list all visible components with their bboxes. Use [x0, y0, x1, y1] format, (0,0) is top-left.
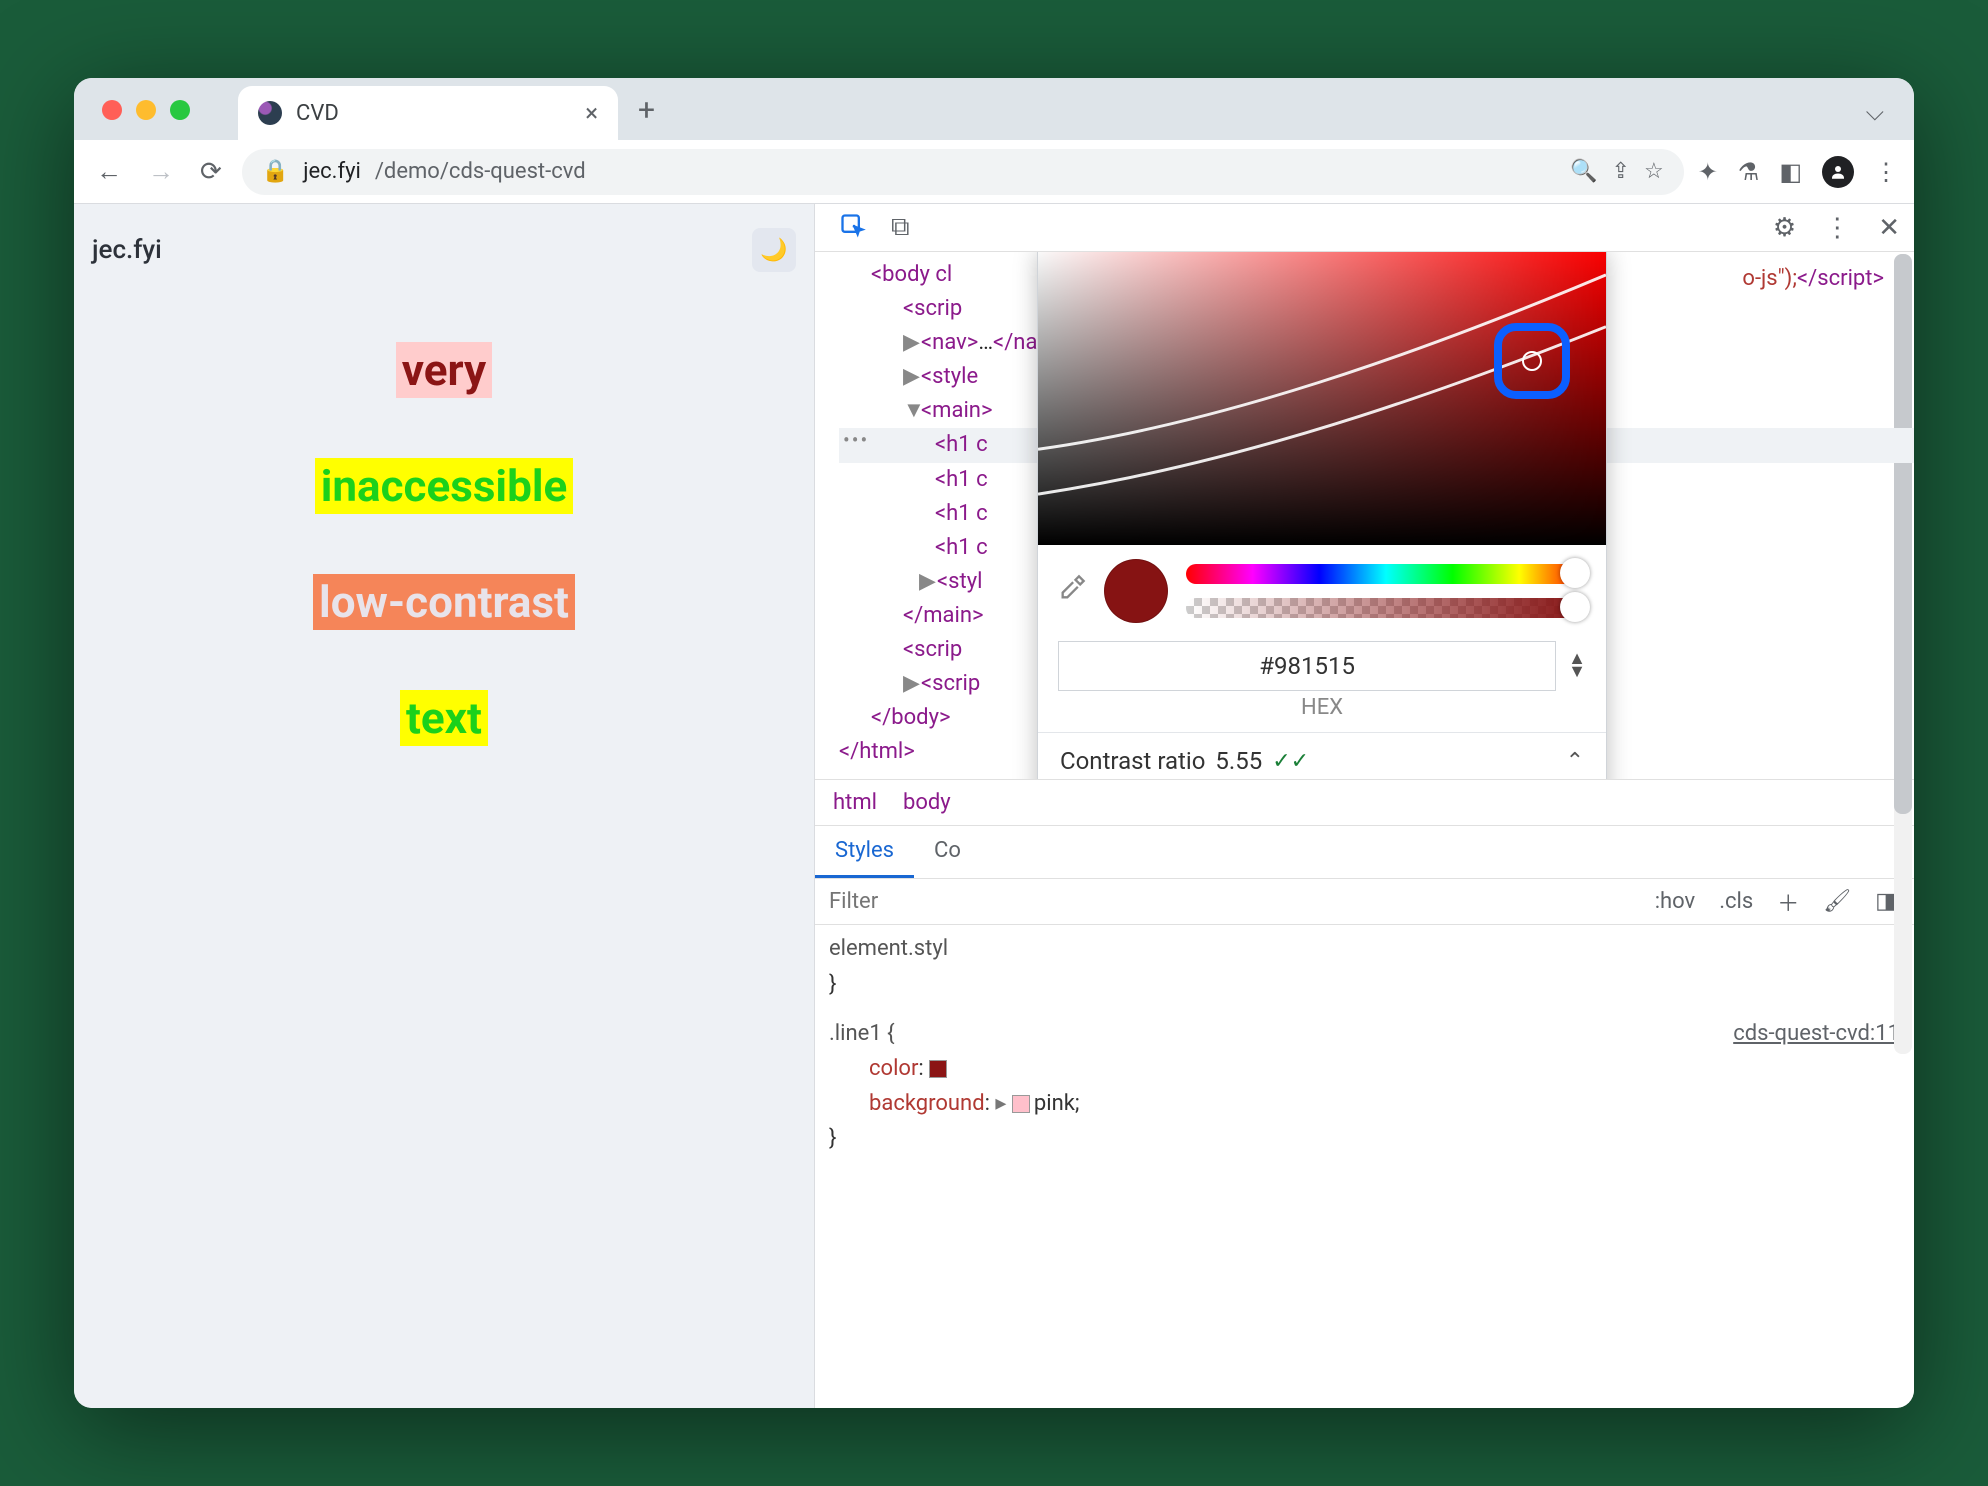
share-icon[interactable]: ⇪: [1612, 159, 1630, 184]
tab-computed[interactable]: Co: [914, 826, 981, 878]
collapse-chevron-icon[interactable]: ⌃: [1566, 749, 1584, 774]
reload-button[interactable]: ⟳: [194, 151, 228, 193]
hex-input[interactable]: [1058, 641, 1556, 691]
tab-list-chevron-icon[interactable]: ⌵: [1866, 98, 1884, 126]
prop-background: background: [869, 1091, 985, 1116]
tab-title: CVD: [296, 101, 339, 126]
profile-avatar[interactable]: [1822, 156, 1854, 188]
browser-toolbar: ← → ⟳ 🔒 jec.fyi/demo/cds-quest-cvd 🔍 ⇪ ☆…: [74, 140, 1914, 204]
new-rule-icon[interactable]: ＋: [1777, 886, 1799, 918]
url-host: jec.fyi: [303, 159, 361, 184]
url-path: /demo/cds-quest-cvd: [375, 159, 586, 184]
maximize-window-button[interactable]: [170, 100, 190, 120]
close-window-button[interactable]: [102, 100, 122, 120]
check-icon: ✓✓: [1272, 749, 1309, 774]
demo-word-3: low-contrast: [313, 574, 575, 630]
inspect-element-icon[interactable]: [839, 212, 867, 244]
styles-rules[interactable]: element.styl } cds-quest-cvd:11 .line1 {…: [815, 925, 1914, 1162]
kebab-menu-icon[interactable]: ⋮: [1874, 158, 1898, 186]
cls-toggle[interactable]: .cls: [1719, 889, 1753, 914]
devtools-kebab-icon[interactable]: ⋮: [1824, 213, 1850, 243]
close-tab-icon[interactable]: ×: [585, 99, 598, 127]
eyedropper-icon[interactable]: [1058, 574, 1086, 609]
page-title: jec.fyi: [92, 235, 162, 265]
labs-icon[interactable]: ⚗: [1738, 158, 1760, 186]
elements-dom-tree[interactable]: <body cl <scrip ▶<nav>…</nav> ▶<style ▼<…: [815, 252, 1914, 779]
rule-selector: .line1 {: [829, 1021, 895, 1046]
tab-styles[interactable]: Styles: [815, 826, 914, 878]
demo-word-1: very: [396, 342, 492, 398]
toolbar-icons: ✦ ⚗ ◧ ⋮: [1698, 156, 1898, 188]
minimize-window-button[interactable]: [136, 100, 156, 120]
device-toggle-icon[interactable]: ⧉: [891, 212, 910, 243]
color-swatch-icon[interactable]: [929, 1060, 947, 1078]
page-viewport: jec.fyi 🌙 very inaccessible low-contrast…: [74, 204, 814, 1408]
contrast-section: Contrast ratio 5.55 ✓✓ ⌃ Aa: [1038, 733, 1606, 779]
window-controls: [102, 100, 190, 120]
settings-gear-icon[interactable]: ⚙: [1773, 213, 1796, 243]
bookmark-icon[interactable]: ☆: [1644, 159, 1664, 184]
close-devtools-icon[interactable]: ✕: [1878, 213, 1900, 243]
back-button[interactable]: ←: [90, 150, 128, 193]
address-bar[interactable]: 🔒 jec.fyi/demo/cds-quest-cvd 🔍 ⇪ ☆: [242, 149, 1684, 195]
lock-icon: 🔒: [262, 159, 289, 184]
spectrum-handle[interactable]: [1494, 323, 1570, 399]
color-picker-popover: ▲▼ HEX Contrast ratio 5.55 ✓✓ ⌃: [1037, 252, 1607, 779]
contrast-value: 5.55: [1215, 747, 1262, 775]
hex-label: HEX: [1038, 695, 1606, 732]
styles-filter-input[interactable]: [815, 879, 995, 924]
devtools-panel: ⧉ ⚙ ⋮ ✕ o-js");</script> <body cl <scrip…: [814, 204, 1914, 1408]
browser-window: CVD × + ⌵ ← → ⟳ 🔒 jec.fyi/demo/cds-quest…: [74, 78, 1914, 1408]
demo-word-4: text: [400, 690, 488, 746]
contrast-label: Contrast ratio: [1060, 747, 1205, 775]
selected-color-swatch: [1104, 559, 1168, 623]
prop-color: color: [869, 1056, 918, 1081]
paint-icon[interactable]: 🖌: [1823, 889, 1851, 914]
hue-slider[interactable]: [1186, 564, 1586, 584]
rule-source-link[interactable]: cds-quest-cvd:11: [1733, 1016, 1900, 1051]
favicon-icon: [258, 101, 282, 125]
tab-strip: CVD × + ⌵: [74, 78, 1914, 140]
demo-text: very inaccessible low-contrast text: [313, 342, 575, 746]
forward-button[interactable]: →: [142, 150, 180, 193]
new-tab-button[interactable]: +: [638, 93, 655, 128]
extensions-icon[interactable]: ✦: [1698, 158, 1718, 186]
side-panel-icon[interactable]: ◧: [1779, 158, 1802, 186]
hov-toggle[interactable]: :hov: [1655, 889, 1696, 914]
val-pink: pink: [1034, 1091, 1075, 1116]
alpha-slider[interactable]: [1186, 598, 1586, 618]
format-switcher[interactable]: ▲▼: [1568, 653, 1586, 678]
dark-mode-toggle[interactable]: 🌙: [752, 228, 796, 272]
crumb-html[interactable]: html: [833, 790, 877, 815]
zoom-icon[interactable]: 🔍: [1570, 159, 1597, 184]
demo-word-2: inaccessible: [315, 458, 573, 514]
browser-tab[interactable]: CVD ×: [238, 86, 618, 140]
color-spectrum[interactable]: [1038, 252, 1606, 545]
color-swatch-icon[interactable]: [1012, 1095, 1030, 1113]
crumb-body[interactable]: body: [903, 790, 951, 815]
sidebar-toggle-icon[interactable]: ◨: [1875, 889, 1896, 914]
